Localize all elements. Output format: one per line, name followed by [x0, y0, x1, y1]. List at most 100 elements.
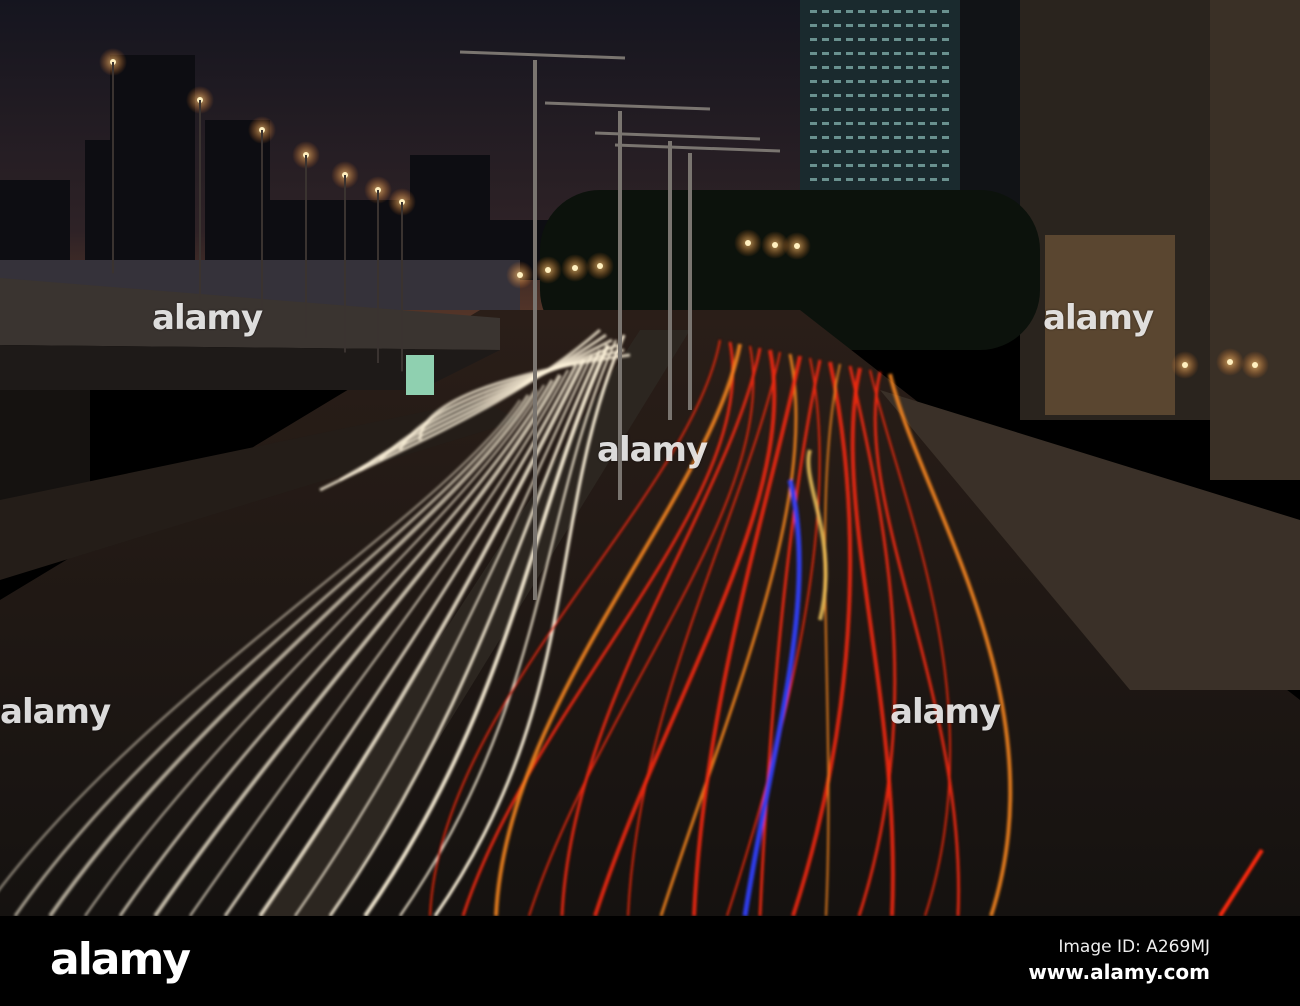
tower-window: [918, 24, 925, 27]
street-lamp: [545, 267, 551, 273]
tower-window: [906, 10, 913, 13]
tower-window: [930, 108, 937, 111]
tower-window: [906, 108, 913, 111]
tower-window: [822, 178, 829, 181]
tower-window: [822, 164, 829, 167]
tower-window: [810, 178, 817, 181]
street-lamp: [572, 265, 578, 271]
tower-window: [918, 66, 925, 69]
tower-window: [870, 122, 877, 125]
tower-window: [906, 136, 913, 139]
tower-window: [882, 136, 889, 139]
tower-window: [882, 80, 889, 83]
tower-window: [810, 52, 817, 55]
street-lamp: [772, 242, 778, 248]
tower-window: [834, 164, 841, 167]
tower-window: [894, 52, 901, 55]
tower-window: [858, 178, 865, 181]
tower-window: [810, 94, 817, 97]
watermark: alamy: [890, 692, 1001, 732]
tower-window: [858, 150, 865, 153]
tower-window: [822, 24, 829, 27]
tower-window: [846, 80, 853, 83]
tower-window: [870, 52, 877, 55]
tower-window: [894, 178, 901, 181]
tower-window: [906, 94, 913, 97]
tower-window: [882, 164, 889, 167]
tower-window: [882, 10, 889, 13]
tower-window: [858, 10, 865, 13]
tower-window: [906, 122, 913, 125]
tower-window: [882, 52, 889, 55]
tower-window: [834, 38, 841, 41]
tower-window: [894, 10, 901, 13]
tower-window: [918, 10, 925, 13]
tower-window: [834, 150, 841, 153]
tower-window: [858, 122, 865, 125]
site-url[interactable]: www.alamy.com: [1028, 960, 1210, 984]
tower-window: [870, 80, 877, 83]
tower-window: [870, 150, 877, 153]
tower-window: [810, 150, 817, 153]
tower-window: [858, 94, 865, 97]
tower-window: [918, 164, 925, 167]
tower-window: [846, 38, 853, 41]
tower-window: [930, 164, 937, 167]
tower-window: [942, 80, 949, 83]
tower-window: [942, 38, 949, 41]
tower-window: [894, 164, 901, 167]
tower-window: [822, 80, 829, 83]
tower-window: [858, 66, 865, 69]
tower-window: [810, 108, 817, 111]
tower-window: [846, 66, 853, 69]
tower-window: [894, 80, 901, 83]
street-lamp: [745, 240, 751, 246]
tower-window: [846, 164, 853, 167]
watermark: alamy: [0, 692, 111, 732]
tower-window: [822, 136, 829, 139]
tower-window: [822, 38, 829, 41]
tower-window: [930, 24, 937, 27]
tower-window: [858, 80, 865, 83]
tower-window: [894, 24, 901, 27]
tower-window: [870, 136, 877, 139]
tower-window: [882, 38, 889, 41]
tower-window: [858, 108, 865, 111]
tower-window: [906, 38, 913, 41]
tower-window: [918, 150, 925, 153]
tower-window: [894, 122, 901, 125]
tower-window: [930, 80, 937, 83]
alamy-logo: alamy: [50, 934, 191, 985]
tower-window: [918, 94, 925, 97]
tower-window: [942, 164, 949, 167]
tower-window: [930, 178, 937, 181]
tower-window: [942, 10, 949, 13]
tower-window: [906, 178, 913, 181]
tower-window: [870, 94, 877, 97]
tower: [800, 0, 1020, 215]
tower-window: [822, 10, 829, 13]
tower-window: [870, 24, 877, 27]
tower-window: [942, 94, 949, 97]
billboard: [406, 355, 434, 395]
tower-window: [882, 178, 889, 181]
tower-window: [858, 164, 865, 167]
tower-window: [894, 66, 901, 69]
tower-window: [858, 136, 865, 139]
tower-window: [894, 108, 901, 111]
tower-window: [918, 122, 925, 125]
tower-window: [810, 38, 817, 41]
watermark: alamy: [597, 430, 708, 470]
tower-window: [858, 38, 865, 41]
tower-window: [942, 178, 949, 181]
tower-window: [834, 66, 841, 69]
tower-window: [942, 122, 949, 125]
tower-window: [942, 136, 949, 139]
watermark: alamy: [1043, 298, 1154, 338]
tower-window: [810, 80, 817, 83]
tower-window: [930, 150, 937, 153]
street-lamp: [517, 272, 523, 278]
tower-window: [942, 24, 949, 27]
tower-window: [930, 94, 937, 97]
tower-window: [906, 24, 913, 27]
